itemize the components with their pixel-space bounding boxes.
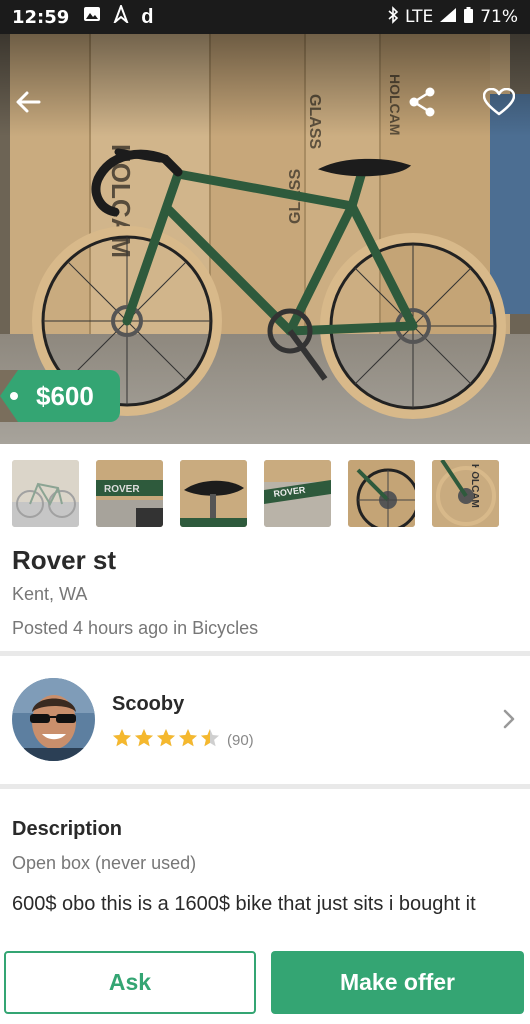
favorite-button[interactable]: [479, 84, 519, 124]
make-offer-button[interactable]: Make offer: [271, 951, 524, 1014]
network-type: LTE: [404, 7, 434, 27]
status-time: 12:59: [12, 6, 70, 28]
star-icon: [134, 728, 154, 753]
signal-icon: [439, 7, 457, 28]
thumbnail-3[interactable]: [180, 460, 247, 527]
heart-icon: [482, 87, 516, 121]
star-icon: [200, 728, 220, 753]
description-heading: Description: [12, 818, 123, 840]
review-count: (90): [227, 732, 254, 749]
listing-title: Rover st: [12, 545, 117, 575]
listing-posted-info: Posted 4 hours ago in Bicycles: [12, 618, 259, 638]
listing-location: Kent, WA: [12, 584, 88, 604]
price: $600: [36, 380, 94, 411]
app-d-icon: d: [141, 5, 154, 28]
divider: [0, 784, 530, 789]
bottom-action-bar: Ask Make offer: [0, 938, 530, 1024]
battery-percent: 71%: [480, 7, 518, 27]
navigation-icon: [113, 3, 130, 29]
svg-text:ROVER: ROVER: [104, 484, 140, 495]
back-arrow-icon: [15, 90, 41, 119]
seller-rating: (90): [112, 728, 254, 753]
thumbnail-2[interactable]: ROVER: [96, 460, 163, 527]
photo-thumbnails: ROVER ROVER HOLCAM: [12, 460, 499, 527]
item-condition: Open box (never used): [12, 853, 197, 873]
price-tag: $600: [0, 370, 120, 422]
status-bar: 12:59 d LTE 71%: [0, 0, 530, 34]
bluetooth-icon: [387, 5, 399, 29]
divider: [0, 651, 530, 656]
thumbnail-4[interactable]: ROVER: [264, 460, 331, 527]
description-text: 600$ obo this is a 1600$ bike that just …: [12, 893, 476, 915]
thumbnail-6[interactable]: HOLCAM: [432, 460, 499, 527]
chevron-right-icon: [502, 708, 516, 735]
star-icon: [178, 728, 198, 753]
ask-button[interactable]: Ask: [4, 951, 256, 1014]
share-button[interactable]: [402, 84, 442, 124]
battery-icon: [463, 6, 474, 29]
seller-profile-row[interactable]: Scooby (90): [0, 658, 530, 784]
back-button[interactable]: [8, 84, 48, 124]
share-icon: [408, 87, 436, 122]
star-rating-icons: [112, 728, 220, 753]
seller-name: Scooby: [112, 693, 185, 715]
star-icon: [156, 728, 176, 753]
listing-main-photo[interactable]: HOLCAM GLASS GLASS HOLCAM: [0, 34, 530, 444]
price-tag-hole: [10, 392, 18, 400]
star-icon: [112, 728, 132, 753]
thumbnail-1[interactable]: [12, 460, 79, 527]
gallery-icon: [83, 6, 101, 28]
seller-avatar: [12, 678, 95, 761]
thumbnail-5[interactable]: [348, 460, 415, 527]
